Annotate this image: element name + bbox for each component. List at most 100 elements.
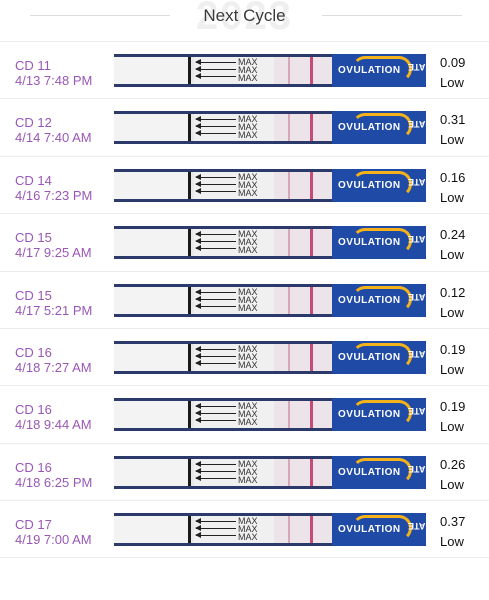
strip-handle <box>114 286 188 314</box>
control-line <box>310 286 313 314</box>
arrow-left-icon <box>195 474 236 481</box>
test-strip-photo[interactable]: MAX MAX MAX OVULATION MATE <box>114 168 426 202</box>
test-strip-photo[interactable]: MAX MAX MAX OVULATION MATE <box>114 226 426 260</box>
brand-word-reversed: MATE <box>408 348 426 359</box>
control-line <box>310 114 313 142</box>
arrow-left-icon <box>195 532 236 539</box>
max-label: MAX <box>238 532 258 543</box>
arrow-left-icon <box>195 173 236 180</box>
cycle-day-label: CD 16 <box>15 402 52 418</box>
max-label: MAX <box>238 359 258 370</box>
lh-level: Low <box>440 75 464 90</box>
arrow-left-icon <box>195 59 236 65</box>
test-result-row[interactable]: CD 17 4/19 7:00 AM MAX MAX MAX OVULATION… <box>0 500 489 558</box>
strip-dip-line <box>188 57 191 84</box>
strip-dip-line <box>188 114 191 142</box>
max-label: MAX <box>238 187 258 198</box>
test-timestamp: 4/17 5:21 PM <box>15 302 93 318</box>
strip-result-window <box>274 286 332 314</box>
arrow-left-icon <box>195 238 236 245</box>
test-strip-photo[interactable]: MAX MAX MAX OVULATION MATE <box>114 54 426 87</box>
lh-value: 0.26 <box>440 456 466 472</box>
test-result-row[interactable]: CD 15 4/17 5:21 PM MAX MAX MAX OVULATION… <box>0 270 489 328</box>
control-line <box>310 458 313 486</box>
lh-level: Low <box>440 304 464 320</box>
test-result-row[interactable]: CD 14 4/16 7:23 PM MAX MAX MAX OVULATION… <box>0 155 489 213</box>
brand-label: OVULATION MATE <box>332 283 426 317</box>
control-line <box>310 516 313 544</box>
test-result-row[interactable]: CD 11 4/13 7:48 PM MAX MAX MAX OVULATION… <box>0 41 489 98</box>
max-label: MAX <box>238 245 258 256</box>
test-result-list: CD 11 4/13 7:48 PM MAX MAX MAX OVULATION… <box>0 41 489 558</box>
test-result-row[interactable]: CD 16 4/18 9:44 AM MAX MAX MAX OVULATION… <box>0 385 489 442</box>
cycle-day-label: CD 11 <box>15 58 51 73</box>
brand-word: OVULATION <box>338 351 401 363</box>
arrow-left-icon <box>195 403 236 410</box>
arrow-left-icon <box>195 467 236 474</box>
next-cycle-title[interactable]: Next Cycle <box>0 6 489 26</box>
test-line <box>288 458 290 486</box>
max-label: MAX <box>238 73 258 83</box>
brand-word-reversed: MATE <box>408 119 426 130</box>
test-strip-photo[interactable]: MAX MAX MAX OVULATION MATE <box>114 111 426 145</box>
brand-word: OVULATION <box>338 294 401 306</box>
cycle-day-label: CD 14 <box>15 172 52 188</box>
brand-label: OVULATION MATE <box>332 168 426 202</box>
brand-label: OVULATION MATE <box>332 111 426 145</box>
test-line <box>288 171 290 199</box>
lh-level: Low <box>440 247 464 263</box>
strip-result-window <box>274 114 332 142</box>
lh-level: Low <box>440 419 464 435</box>
test-result-row[interactable]: CD 15 4/17 9:25 AM MAX MAX MAX OVULATION… <box>0 213 489 270</box>
test-line <box>288 516 290 544</box>
lh-level: Low <box>440 476 464 492</box>
arrow-left-icon <box>195 518 236 525</box>
test-timestamp: 4/19 7:00 AM <box>15 532 92 548</box>
cycle-header: 2023 Next Cycle <box>0 0 489 38</box>
strip-dip-line <box>188 229 191 257</box>
cycle-day-label: CD 12 <box>15 115 52 131</box>
arrow-left-icon <box>195 130 236 137</box>
arrow-left-icon <box>195 123 236 130</box>
strip-handle <box>114 171 188 199</box>
arrow-left-icon <box>195 460 236 467</box>
test-result-row[interactable]: CD 16 4/18 6:25 PM MAX MAX MAX OVULATION… <box>0 442 489 500</box>
arrow-left-icon <box>195 302 236 309</box>
strip-result-window <box>274 57 332 84</box>
test-line <box>288 229 290 257</box>
brand-word-reversed: MATE <box>408 234 426 245</box>
arrow-left-icon <box>195 417 236 424</box>
test-strip-photo[interactable]: MAX MAX MAX OVULATION MATE <box>114 455 426 489</box>
cycle-day-label: CD 15 <box>15 287 52 303</box>
brand-word: OVULATION <box>338 179 401 191</box>
test-line <box>288 286 290 314</box>
test-result-row[interactable]: CD 16 4/18 7:27 AM MAX MAX MAX OVULATION… <box>0 327 489 385</box>
brand-label: OVULATION MATE <box>332 54 426 87</box>
test-result-row[interactable]: CD 12 4/14 7:40 AM MAX MAX MAX OVULATION… <box>0 98 489 155</box>
arrow-left-icon <box>195 231 236 238</box>
strip-handle <box>114 458 188 486</box>
strip-result-window <box>274 401 332 429</box>
lh-level: Low <box>440 361 464 377</box>
control-line <box>310 401 313 429</box>
strip-result-window <box>274 229 332 257</box>
arrow-left-icon <box>195 295 236 302</box>
header-divider-right <box>322 15 462 16</box>
strip-handle <box>114 57 188 84</box>
lh-value: 0.19 <box>440 341 466 357</box>
control-line <box>310 171 313 199</box>
test-strip-photo[interactable]: MAX MAX MAX OVULATION MATE <box>114 340 426 374</box>
strip-dip-line <box>188 343 191 371</box>
test-strip-photo[interactable]: MAX MAX MAX OVULATION MATE <box>114 513 426 547</box>
brand-label: OVULATION MATE <box>332 513 426 547</box>
arrow-left-icon <box>195 352 236 359</box>
strip-dip-line <box>188 458 191 486</box>
cycle-day-label: CD 17 <box>15 517 52 533</box>
test-timestamp: 4/18 6:25 PM <box>15 474 93 490</box>
arrow-left-icon <box>195 187 236 194</box>
test-timestamp: 4/13 7:48 PM <box>15 73 93 88</box>
test-strip-photo[interactable]: MAX MAX MAX OVULATION MATE <box>114 398 426 432</box>
lh-value: 0.09 <box>440 55 466 70</box>
lh-level: Low <box>440 132 464 148</box>
test-strip-photo[interactable]: MAX MAX MAX OVULATION MATE <box>114 283 426 317</box>
